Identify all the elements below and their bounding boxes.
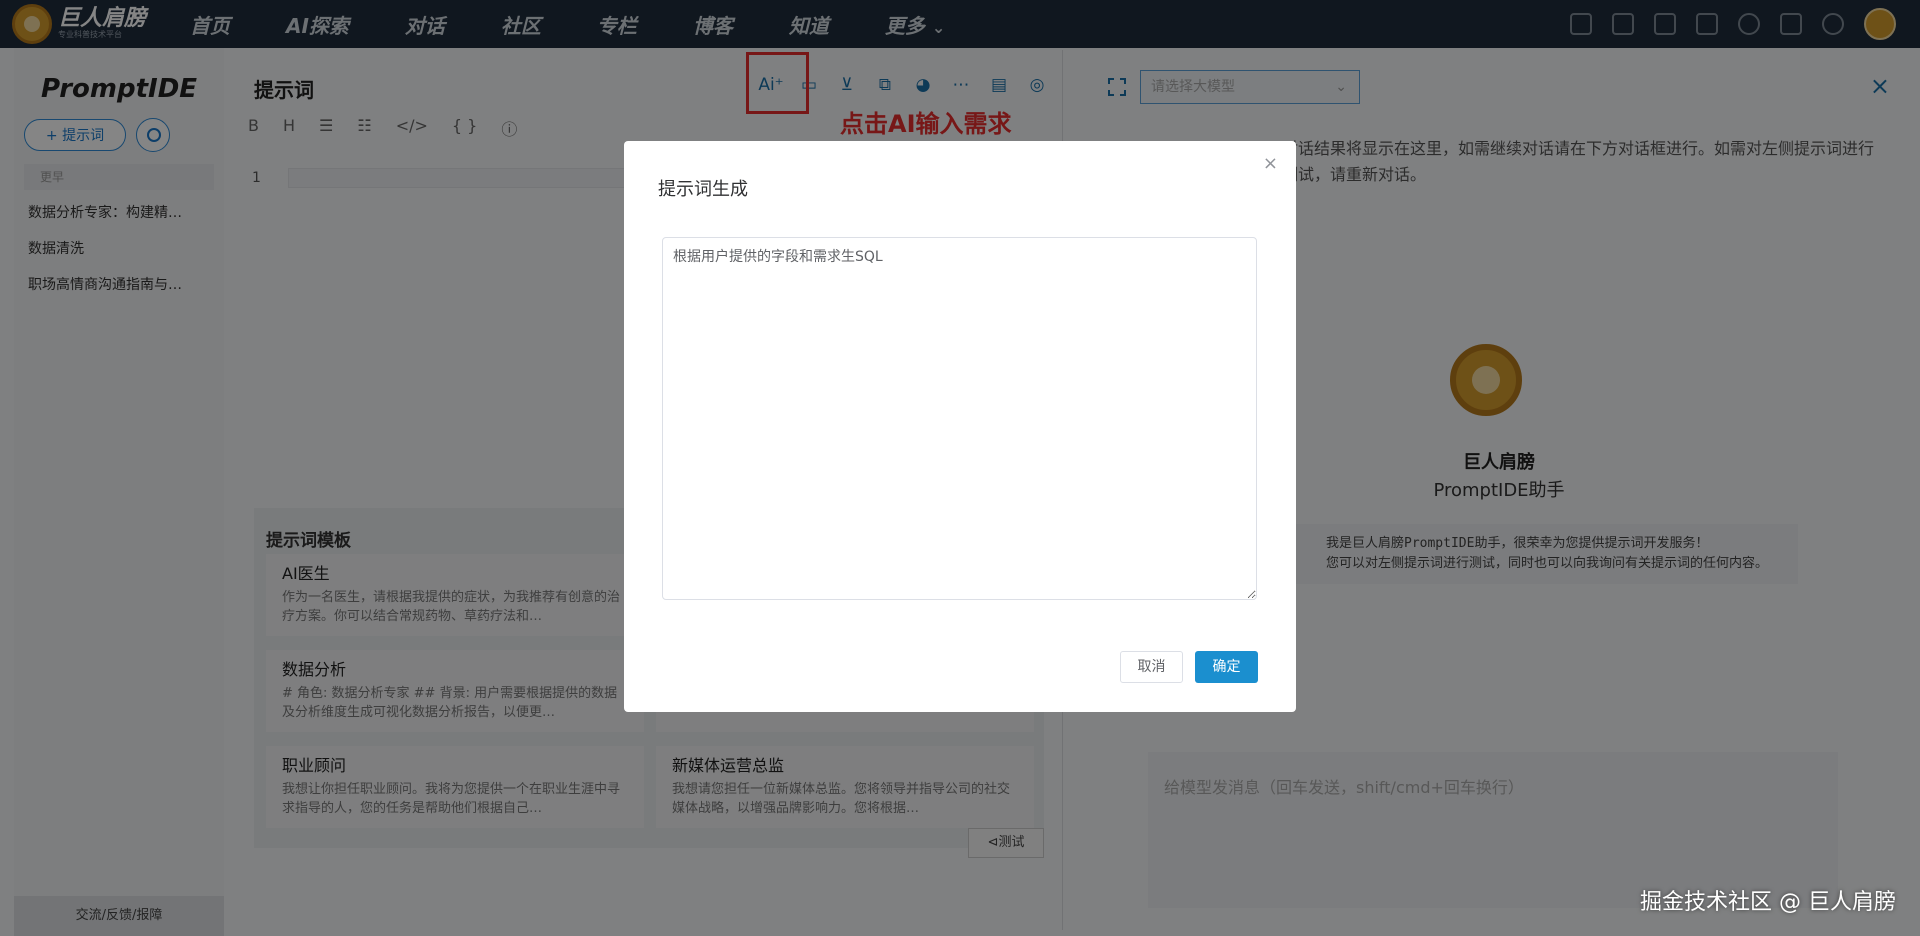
cancel-button[interactable]: 取消: [1120, 651, 1183, 683]
prompt-generate-dialog: 提示词生成 × 根据用户提供的字段和需求生SQL 取消 确定: [624, 141, 1296, 712]
close-icon[interactable]: ×: [1263, 153, 1278, 174]
confirm-button[interactable]: 确定: [1195, 651, 1258, 683]
watermark: 掘金技术社区 @ 巨人肩膀: [1640, 890, 1896, 915]
dialog-title: 提示词生成: [658, 179, 748, 200]
requirement-textarea[interactable]: 根据用户提供的字段和需求生SQL: [662, 237, 1257, 600]
